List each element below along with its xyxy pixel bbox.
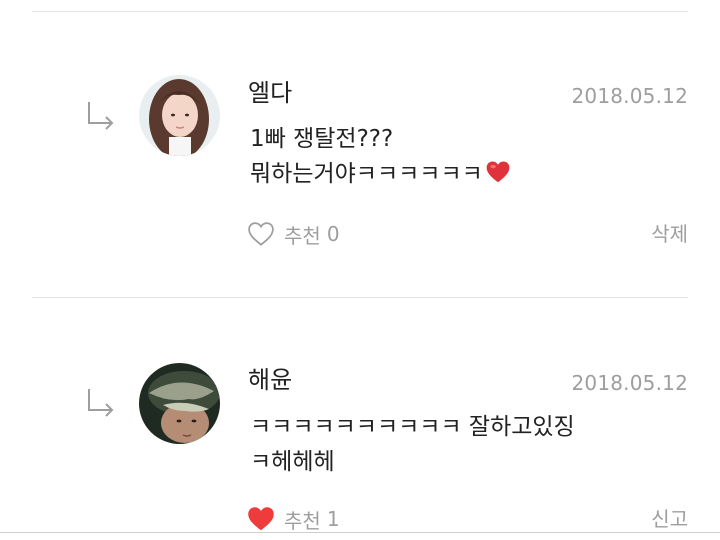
avatar[interactable] — [139, 363, 220, 444]
comment-date: 2018.05.12 — [571, 371, 688, 395]
heart-emoji-icon — [486, 161, 510, 183]
like-label: 추천 — [284, 508, 321, 533]
comment-date: 2018.05.12 — [571, 84, 688, 108]
comment-text-line-2: 뭐하는거야ㅋㅋㅋㅋㅋㅋ — [250, 157, 511, 191]
reply-arrow-icon — [88, 389, 114, 417]
like-button[interactable]: 추천 1 — [246, 503, 340, 535]
comment-text-line: ㅋㅋㅋㅋㅋㅋㅋㅋㅋㅋ 잘하고있징 — [250, 414, 575, 440]
comment-text-line: 1빠 쟁탈전??? — [250, 126, 394, 152]
comment-text-line-2: ㅋ헤헤헤 — [250, 449, 335, 475]
like-button[interactable]: 추천 0 — [246, 218, 340, 250]
divider — [32, 297, 688, 298]
delete-button[interactable]: 삭제 — [651, 218, 688, 250]
comment-list: 엘다 2018.05.12 1빠 쟁탈전??? 뭐하는거야ㅋㅋㅋㅋㅋㅋ 추천 0… — [0, 0, 720, 540]
avatar[interactable] — [139, 75, 220, 156]
like-label: 추천 — [284, 223, 321, 248]
bottom-divider — [0, 532, 720, 533]
reply-arrow-icon — [88, 102, 114, 130]
comment-author[interactable]: 해윤 — [248, 364, 292, 396]
like-count: 0 — [326, 222, 340, 246]
like-count: 1 — [326, 507, 340, 531]
heart-filled-icon — [248, 507, 274, 531]
divider — [32, 11, 688, 12]
report-button[interactable]: 신고 — [651, 503, 688, 535]
heart-outline-icon — [248, 222, 274, 246]
comment-author[interactable]: 엘다 — [248, 77, 292, 109]
comment-text: 뭐하는거야ㅋㅋㅋㅋㅋㅋ — [250, 161, 483, 187]
